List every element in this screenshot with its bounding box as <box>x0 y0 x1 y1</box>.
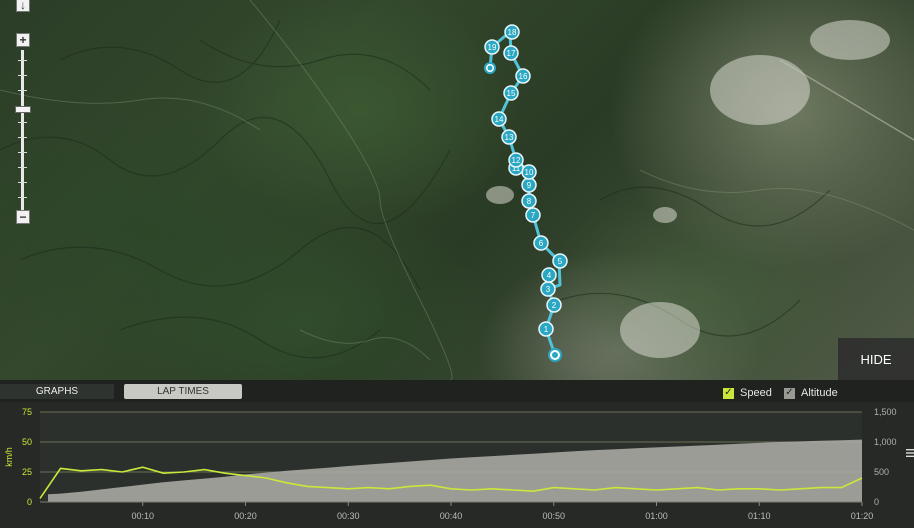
route-lap-marker-label: 10 <box>525 168 534 177</box>
route-lap-marker-label: 17 <box>507 49 516 58</box>
legend-altitude-toggle[interactable]: ✓ Altitude <box>784 387 838 399</box>
route-lap-marker-label: 15 <box>507 89 516 98</box>
route-lap-marker-label: 16 <box>519 72 528 81</box>
route-lap-marker[interactable]: 6 <box>533 235 549 251</box>
satellite-map[interactable]: 1 2 3 4 5 6 7 8 9 10 11 12 13 14 15 16 17 18 19 ↓ + − HIDE <box>0 0 914 380</box>
y-left-axis-label: km/h <box>4 447 14 467</box>
y-left-tick-label: 0 <box>27 497 32 507</box>
expand-grip-icon[interactable] <box>906 448 914 458</box>
checkbox-checked-icon[interactable]: ✓ <box>723 387 734 399</box>
speed-altitude-chart[interactable]: 0 25 50 75 0 500 1,000 1,500 km/h 00:10 00:20 00:30… <box>0 402 914 528</box>
route-lap-marker[interactable]: 17 <box>503 45 519 61</box>
zoom-tick <box>18 137 27 138</box>
route-lap-marker-label: 9 <box>527 181 532 190</box>
route-lap-marker-label: 18 <box>508 28 517 37</box>
route-lap-marker-label: 4 <box>547 271 552 280</box>
zoom-tick <box>18 182 27 183</box>
x-tick-label: 01:20 <box>851 511 874 521</box>
route-lap-marker-label: 13 <box>505 133 514 142</box>
route-lap-marker-label: 3 <box>546 285 551 294</box>
route-lap-marker-label: 6 <box>539 239 544 248</box>
route-lap-marker[interactable]: 16 <box>515 68 531 84</box>
route-lap-marker[interactable]: 7 <box>525 207 541 223</box>
route-lap-marker[interactable]: 18 <box>504 24 520 40</box>
hide-panel-button[interactable]: HIDE <box>838 338 914 380</box>
x-tick-label: 01:10 <box>748 511 771 521</box>
x-tick-label: 00:20 <box>234 511 257 521</box>
checkbox-checked-icon[interactable]: ✓ <box>784 387 795 399</box>
legend-speed-label: Speed <box>740 387 772 399</box>
route-lap-marker[interactable]: 1 <box>538 321 554 337</box>
route-lap-marker-label: 8 <box>527 197 532 206</box>
zoom-tick <box>18 75 27 76</box>
zoom-slider-handle[interactable] <box>15 106 31 113</box>
route-lap-marker[interactable]: 8 <box>521 193 537 209</box>
route-lap-marker[interactable]: 15 <box>503 85 519 101</box>
route-lap-marker[interactable]: 2 <box>546 297 562 313</box>
zoom-in-button[interactable]: + <box>16 33 30 47</box>
x-tick-label: 01:00 <box>645 511 668 521</box>
route-lap-marker-label: 1 <box>544 325 549 334</box>
zoom-tick <box>18 60 27 61</box>
route-lap-marker-label: 12 <box>512 156 521 165</box>
zoom-out-button[interactable]: − <box>16 210 30 224</box>
x-tick-label: 00:40 <box>440 511 463 521</box>
tab-lap-times[interactable]: LAP TIMES <box>124 384 242 399</box>
zoom-tick <box>18 90 27 91</box>
route-lap-marker[interactable]: 3 <box>540 281 556 297</box>
zoom-tick <box>18 167 27 168</box>
route-lap-marker[interactable]: 4 <box>541 267 557 283</box>
x-tick-label: 00:10 <box>131 511 154 521</box>
route-lap-marker-label: 7 <box>531 211 536 220</box>
route-lap-marker-label: 19 <box>488 43 497 52</box>
zoom-tick <box>18 152 27 153</box>
route-start-dot <box>552 352 558 358</box>
route-lap-marker[interactable]: 19 <box>484 39 500 55</box>
panel-tab-bar: GRAPHS LAP TIMES ✓ Speed ✓ Altitude <box>0 380 914 402</box>
route-lap-marker-label: 14 <box>495 115 504 124</box>
legend-altitude-label: Altitude <box>801 387 838 399</box>
compass-button[interactable]: ↓ <box>16 0 30 12</box>
legend-speed-toggle[interactable]: ✓ Speed <box>723 387 772 399</box>
zoom-slider-track[interactable] <box>21 50 24 210</box>
graph-panel: GRAPHS LAP TIMES ✓ Speed ✓ Altitude 0 25 5… <box>0 380 914 528</box>
route-lap-marker[interactable]: 9 <box>521 177 537 193</box>
y-right-tick-label: 0 <box>874 497 879 507</box>
route-lap-marker[interactable]: 14 <box>491 111 507 127</box>
route-lap-marker[interactable]: 13 <box>501 129 517 145</box>
y-right-tick-label: 1,500 <box>874 407 897 417</box>
zoom-tick <box>18 197 27 198</box>
route-overlay: 12345678910111213141516171819 <box>484 24 568 362</box>
y-left-tick-label: 25 <box>22 467 32 477</box>
route-lap-marker[interactable]: 12 <box>508 152 524 168</box>
tab-graphs[interactable]: GRAPHS <box>0 384 114 399</box>
x-tick-label: 00:30 <box>337 511 360 521</box>
route-lap-marker-label: 2 <box>552 301 557 310</box>
zoom-tick <box>18 122 27 123</box>
y-left-tick-label: 75 <box>22 407 32 417</box>
route-lap-marker[interactable]: 10 <box>521 164 537 180</box>
route-lap-marker[interactable]: 5 <box>552 253 568 269</box>
route-lap-marker-label: 5 <box>558 257 563 266</box>
y-right-tick-label: 1,000 <box>874 437 897 447</box>
x-tick-label: 00:50 <box>542 511 565 521</box>
y-left-tick-label: 50 <box>22 437 32 447</box>
activity-viewer: 1 2 3 4 5 6 7 8 9 10 11 12 13 14 15 16 17 18 19 ↓ + − HIDE… <box>0 0 914 528</box>
route-end-dot <box>487 65 493 71</box>
y-right-tick-label: 500 <box>874 467 889 477</box>
